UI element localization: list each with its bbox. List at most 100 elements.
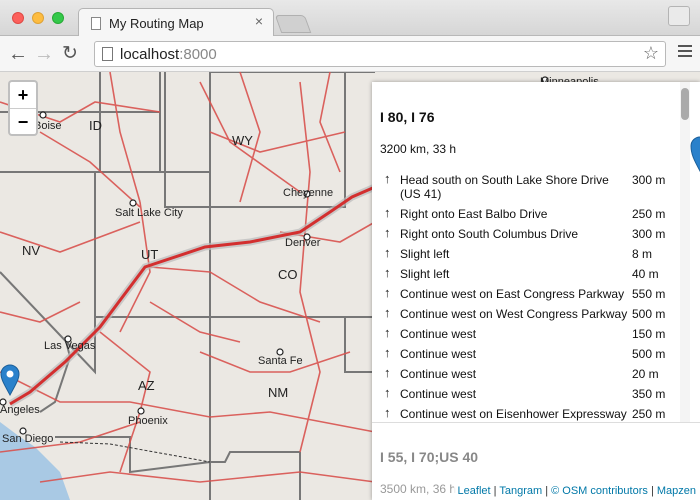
instruction-text: Slight left [400,267,450,281]
instruction-row[interactable]: ↑ Continue west 20 m [380,364,680,384]
back-button[interactable]: ← [8,42,28,66]
instruction-list: ↑ Head south on South Lake Shore Drive (U… [380,170,680,422]
instruction-distance: 150 m [632,327,666,341]
instruction-distance: 300 m [632,173,666,187]
instruction-row[interactable]: ↑ Right onto East Balbo Drive 250 m [380,204,680,224]
instruction-row[interactable]: ↑ Slight left 8 m [380,244,680,264]
route-alternative-1[interactable]: I 80, I 76 3200 km, 33 h ↑ Head south on … [372,82,690,422]
arrow-up-icon: ↑ [384,285,391,300]
profile-button[interactable] [668,6,690,26]
url-text[interactable]: localhost:8000 [120,46,217,63]
browser-toolbar: ← → ↻ localhost:8000 ☆ [0,36,700,72]
state-label-nv: NV [22,243,41,258]
instruction-text: Continue west on Eisenhower Expressway [400,407,627,421]
minimize-window-button[interactable] [32,12,44,24]
attribution-separator: | [493,485,497,497]
leaflet-link[interactable]: Leaflet [458,485,491,497]
state-label-az: AZ [138,378,155,393]
instruction-text: Slight left [400,247,450,261]
state-label-id: ID [89,118,102,133]
browser-menu-button[interactable] [678,45,692,60]
route-divider [372,422,700,423]
arrow-up-icon: ↑ [384,325,391,340]
instruction-text: Right onto East Balbo Drive [400,207,548,221]
city-label-santa-fe: Santa Fe [258,355,303,367]
arrow-up-icon: ↑ [384,385,391,400]
instruction-distance: 350 m [632,387,666,401]
instruction-text: Continue west [400,367,477,381]
arrow-up-icon: ↑ [384,365,391,380]
end-marker-icon[interactable] [690,132,700,172]
instruction-row[interactable]: ↑ Continue west on West Congress Parkway 5… [380,304,680,324]
instruction-distance: 8 m [632,247,653,261]
tangram-link[interactable]: Tangram [499,485,542,497]
instruction-distance: 20 m [632,367,659,381]
tab-title: My Routing Map [109,16,204,31]
scrollbar-thumb[interactable] [681,88,689,120]
instruction-distance: 40 m [632,267,659,281]
instruction-row[interactable]: ↑ Slight left 40 m [380,264,680,284]
instruction-distance: 250 m [632,407,666,421]
instruction-row[interactable]: ↑ Head south on South Lake Shore Drive (U… [380,170,680,204]
address-bar[interactable]: localhost:8000 ☆ [94,41,666,67]
instruction-text: Head south on South Lake Shore Drive (US… [400,173,609,201]
instruction-text: Continue west [400,347,477,361]
instruction-row[interactable]: ↑ Continue west 350 m [380,384,680,404]
close-window-button[interactable] [12,12,24,24]
instruction-text: Right onto South Columbus Drive [400,227,579,241]
instruction-text: Continue west on East Congress Parkway [400,287,625,301]
state-label-co: CO [278,267,298,282]
reload-button[interactable]: ↻ [62,42,78,66]
city-label-las-vegas: Las Vegas [44,340,96,352]
instruction-row[interactable]: ↑ Continue west on Eisenhower Expressway 2… [380,404,680,422]
maximize-window-button[interactable] [52,12,64,24]
instruction-row[interactable]: ↑ Continue west 500 m [380,344,680,364]
city-label-salt-lake-city: Salt Lake City [115,207,183,219]
route-title: I 80, I 76 [380,109,435,125]
new-tab-button[interactable] [274,15,312,33]
scrollbar[interactable] [680,82,690,422]
bookmark-star-icon[interactable]: ☆ [643,43,659,64]
arrow-up-icon: ↑ [384,171,391,186]
instruction-row[interactable]: ↑ Right onto South Columbus Drive 300 m [380,224,680,244]
osm-link[interactable]: © OSM contributors [551,485,648,497]
city-label-boise: Boise [34,120,62,132]
attribution-separator: | [545,485,549,497]
mapzen-link[interactable]: Mapzen [657,485,696,497]
city-label-phoenix: Phoenix [128,415,168,427]
start-marker-icon[interactable] [0,364,20,396]
map-attribution: Leaflet | Tangram | © OSM contributors |… [453,484,700,500]
tab-close-button[interactable]: × [255,13,263,29]
arrow-up-icon: ↑ [384,245,391,260]
browser-titlebar: My Routing Map × [0,0,700,37]
route-summary: 3200 km, 33 h [380,142,457,156]
instruction-distance: 500 m [632,347,666,361]
city-label-san-diego: San Diego [2,433,54,445]
forward-button[interactable]: → [34,42,54,66]
arrow-up-icon: ↑ [384,345,391,360]
instruction-distance: 550 m [632,287,666,301]
zoom-out-button[interactable]: − [10,108,36,134]
city-label-los-angeles: Angeles [0,404,40,416]
route-alternative-2-title[interactable]: I 55, I 70;US 40 [380,449,478,465]
browser-tab[interactable]: My Routing Map × [78,8,274,37]
instruction-text: Continue west [400,327,477,341]
instruction-distance: 500 m [632,307,666,321]
instruction-row[interactable]: ↑ Continue west 150 m [380,324,680,344]
arrow-up-icon: ↑ [384,405,391,420]
instruction-row[interactable]: ↑ Continue west on East Congress Parkway 5… [380,284,680,304]
city-label-cheyenne: Cheyenne [283,187,334,199]
url-host: localhost [120,46,180,63]
instruction-text: Continue west [400,387,477,401]
zoom-control: + − [8,80,38,136]
route-alternative-2-summary: 3500 km, 36 h [380,482,457,496]
routing-panel: I 80, I 76 3200 km, 33 h ↑ Head south on … [372,82,700,500]
attribution-separator: | [650,485,654,497]
page-icon [91,17,101,30]
arrow-up-icon: ↑ [384,225,391,240]
instruction-distance: 300 m [632,227,666,241]
zoom-in-button[interactable]: + [10,82,36,108]
page-icon [102,47,113,61]
arrow-up-icon: ↑ [384,205,391,220]
city-label-denver: Denver [285,237,321,249]
